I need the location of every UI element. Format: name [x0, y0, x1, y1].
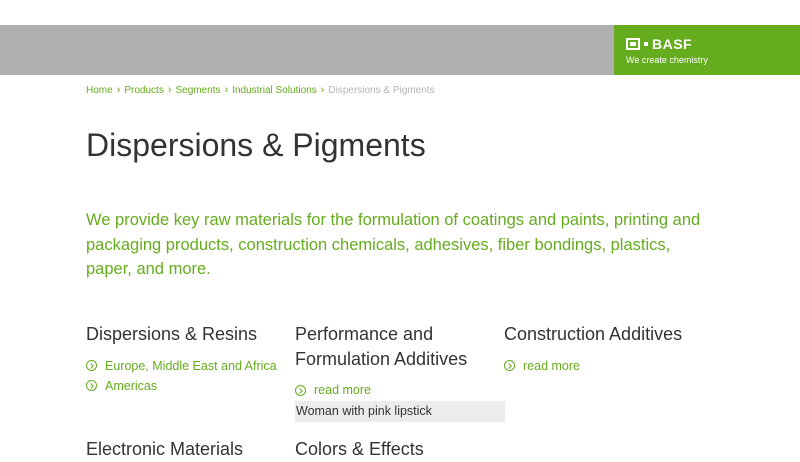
segment-links: read more [295, 380, 505, 400]
basf-dash-icon [644, 42, 648, 46]
segment-title[interactable]: Dispersions & Resins [86, 322, 296, 347]
breadcrumb-products[interactable]: Products [124, 84, 163, 97]
breadcrumb-home[interactable]: Home [86, 84, 113, 97]
link-europe-middle-east-africa[interactable]: Europe, Middle East and Africa [86, 356, 296, 376]
logo-row: BASF [626, 37, 692, 51]
segment-performance-formulation-additives: Performance and Formulation Additives re… [295, 322, 505, 400]
breadcrumb-current: Dispersions & Pigments [328, 85, 435, 96]
chevron-right-icon: › [116, 84, 121, 96]
arrow-circle-icon [86, 360, 97, 371]
segment-title[interactable]: Construction Additives [504, 322, 714, 347]
arrow-circle-icon [86, 380, 97, 391]
page-title: Dispersions & Pigments [86, 127, 426, 163]
basf-mark-icon [626, 38, 640, 50]
image-alt-text: Woman with pink lipstick [295, 401, 505, 422]
link-americas[interactable]: Americas [86, 376, 296, 396]
link-label: Europe, Middle East and Africa [105, 358, 277, 373]
brand-name: BASF [652, 36, 693, 52]
link-read-more[interactable]: read more [504, 356, 714, 376]
breadcrumb: Home › Products › Segments › Industrial … [86, 84, 435, 97]
segment-title[interactable]: Electronic Materials [86, 437, 296, 462]
chevron-right-icon: › [320, 84, 325, 96]
segment-electronic-materials: Electronic Materials [86, 437, 296, 462]
segment-dispersions-resins: Dispersions & Resins Europe, Middle East… [86, 322, 296, 396]
segment-construction-additives: Construction Additives read more [504, 322, 714, 376]
segment-title[interactable]: Performance and Formulation Additives [295, 322, 505, 371]
arrow-circle-icon [504, 360, 515, 371]
chevron-right-icon: › [167, 84, 172, 96]
basf-logo[interactable]: BASF We create chemistry [614, 25, 800, 75]
page-intro: We provide key raw materials for the for… [86, 211, 701, 278]
segment-links: read more [504, 356, 714, 376]
segment-title[interactable]: Colors & Effects [295, 437, 505, 462]
link-label: Americas [105, 378, 158, 393]
brand-tagline: We create chemistry [626, 55, 708, 65]
breadcrumb-segments[interactable]: Segments [176, 84, 221, 97]
breadcrumb-industrial-solutions[interactable]: Industrial Solutions [232, 84, 317, 97]
arrow-circle-icon [295, 384, 306, 396]
link-read-more[interactable]: read more [295, 380, 505, 400]
segment-links: Europe, Middle East and Africa Americas [86, 356, 296, 396]
link-label: read more [314, 383, 371, 397]
chevron-right-icon: › [224, 84, 229, 96]
segment-colors-effects: Colors & Effects [295, 437, 505, 462]
link-label: read more [523, 358, 580, 373]
